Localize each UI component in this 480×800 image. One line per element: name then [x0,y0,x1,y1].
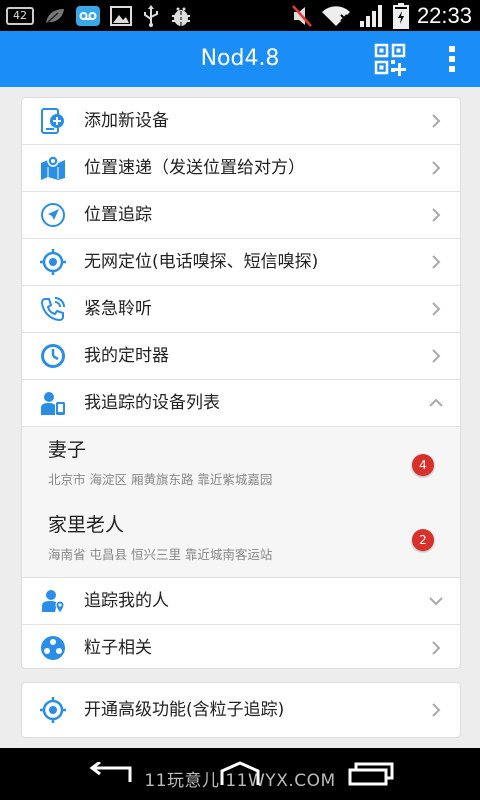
menu-item-label: 我追踪的设备列表 [84,393,220,413]
status-bar-system: 22:33 [291,3,472,29]
app-bar: Nod4.8 [0,31,480,87]
qr-add-button[interactable] [374,41,410,77]
voicemail-icon [76,6,100,26]
leaf-icon [46,9,64,23]
tracked-device-list: 妻子 北京市 海淀区 厢黄旗东路 靠近紫城嘉园 4 家里老人 海南省 屯昌县 恒… [22,427,460,578]
navigation-bar: 11玩意儿 11WYX.COM [0,748,480,800]
menu-item-label: 紧急聆听 [84,299,152,319]
chevron-right-icon [432,641,441,655]
crosshair-icon [40,697,66,723]
menu-item-emergency-listen[interactable]: 紧急聆听 [22,286,460,333]
unread-badge: 4 [412,454,434,476]
qr-code-add-icon [374,43,406,76]
clock-text: 22:33 [416,3,472,28]
device-address: 北京市 海淀区 厢黄旗东路 靠近紫城嘉园 [48,472,273,487]
menu-item-offline-locate[interactable]: 无网定位(电话嗅探、短信嗅探) [22,239,460,286]
navigation-icon [41,203,65,227]
particle-icon [41,636,65,660]
home-button-icon[interactable] [218,761,262,787]
status-bar-notifications: 42 [6,5,192,27]
menu-item-location-track[interactable]: 位置追踪 [22,192,460,239]
menu-item-particle[interactable]: 粒子相关 [22,625,460,671]
menu-item-label: 位置速递（发送位置给对方） [84,158,305,178]
chevron-right-icon [432,208,441,222]
chevron-down-icon [429,597,443,606]
map-icon [41,155,65,180]
chevron-right-icon [432,255,441,269]
battery-charging-icon [392,3,409,29]
person-device-icon [41,392,65,415]
tracked-device-item[interactable]: 家里老人 海南省 屯昌县 恒兴三里 靠近城南客运站 2 [22,502,460,577]
signal-icon [359,5,382,27]
phone-icon [40,297,65,322]
recent-apps-button-icon[interactable] [348,762,394,786]
tracked-device-item[interactable]: 妻子 北京市 海淀区 厢黄旗东路 靠近紫城嘉园 4 [22,427,460,502]
menu-item-trackers-of-me[interactable]: 追踪我的人 [22,578,460,625]
notification-count: 42 [6,7,34,25]
menu-item-upgrade[interactable]: 开通高级功能(含粒子追踪) [22,683,460,737]
back-button-icon[interactable] [88,762,134,786]
menu-item-label: 开通高级功能(含粒子追踪) [84,700,285,720]
android-debug-icon [172,7,190,26]
overflow-menu-button[interactable] [440,43,464,75]
device-address: 海南省 屯昌县 恒兴三里 靠近城南客运站 [48,547,273,562]
menu-item-add-device[interactable]: 添加新设备 [22,98,460,145]
menu-item-label: 粒子相关 [84,638,152,658]
menu-item-label: 无网定位(电话嗅探、短信嗅探) [84,252,319,272]
clock-icon [41,344,65,368]
chevron-up-icon [429,398,443,407]
chevron-right-icon [432,302,441,316]
menu-item-location-share[interactable]: 位置速递（发送位置给对方） [22,145,460,192]
unread-badge: 2 [412,529,434,551]
device-name: 妻子 [48,439,87,461]
usb-icon [144,5,158,27]
device-name: 家里老人 [48,514,125,536]
chevron-right-icon [432,703,441,717]
person-location-icon [42,590,65,614]
add-device-icon [41,108,64,134]
chevron-right-icon [432,114,441,128]
menu-item-label: 位置追踪 [84,205,152,225]
wifi-icon [321,6,350,27]
menu-item-label: 我的定时器 [84,346,169,366]
chevron-right-icon [432,161,441,175]
menu-item-timer[interactable]: 我的定时器 [22,333,460,380]
upgrade-card: 开通高级功能(含粒子追踪) [21,682,461,738]
menu-item-tracked-devices[interactable]: 我追踪的设备列表 [22,380,460,427]
crosshair-icon [40,249,66,275]
ringer-muted-icon [292,5,312,27]
menu-item-label: 添加新设备 [84,111,169,131]
chevron-right-icon [432,349,441,363]
menu-item-label: 追踪我的人 [84,591,169,611]
menu-card: 添加新设备 位置速递（发送位置给对方） 位置追踪 无网定位(电话嗅探、短信嗅探)… [21,97,461,669]
image-icon [110,6,132,26]
status-bar: 42 22:33 [0,0,480,31]
